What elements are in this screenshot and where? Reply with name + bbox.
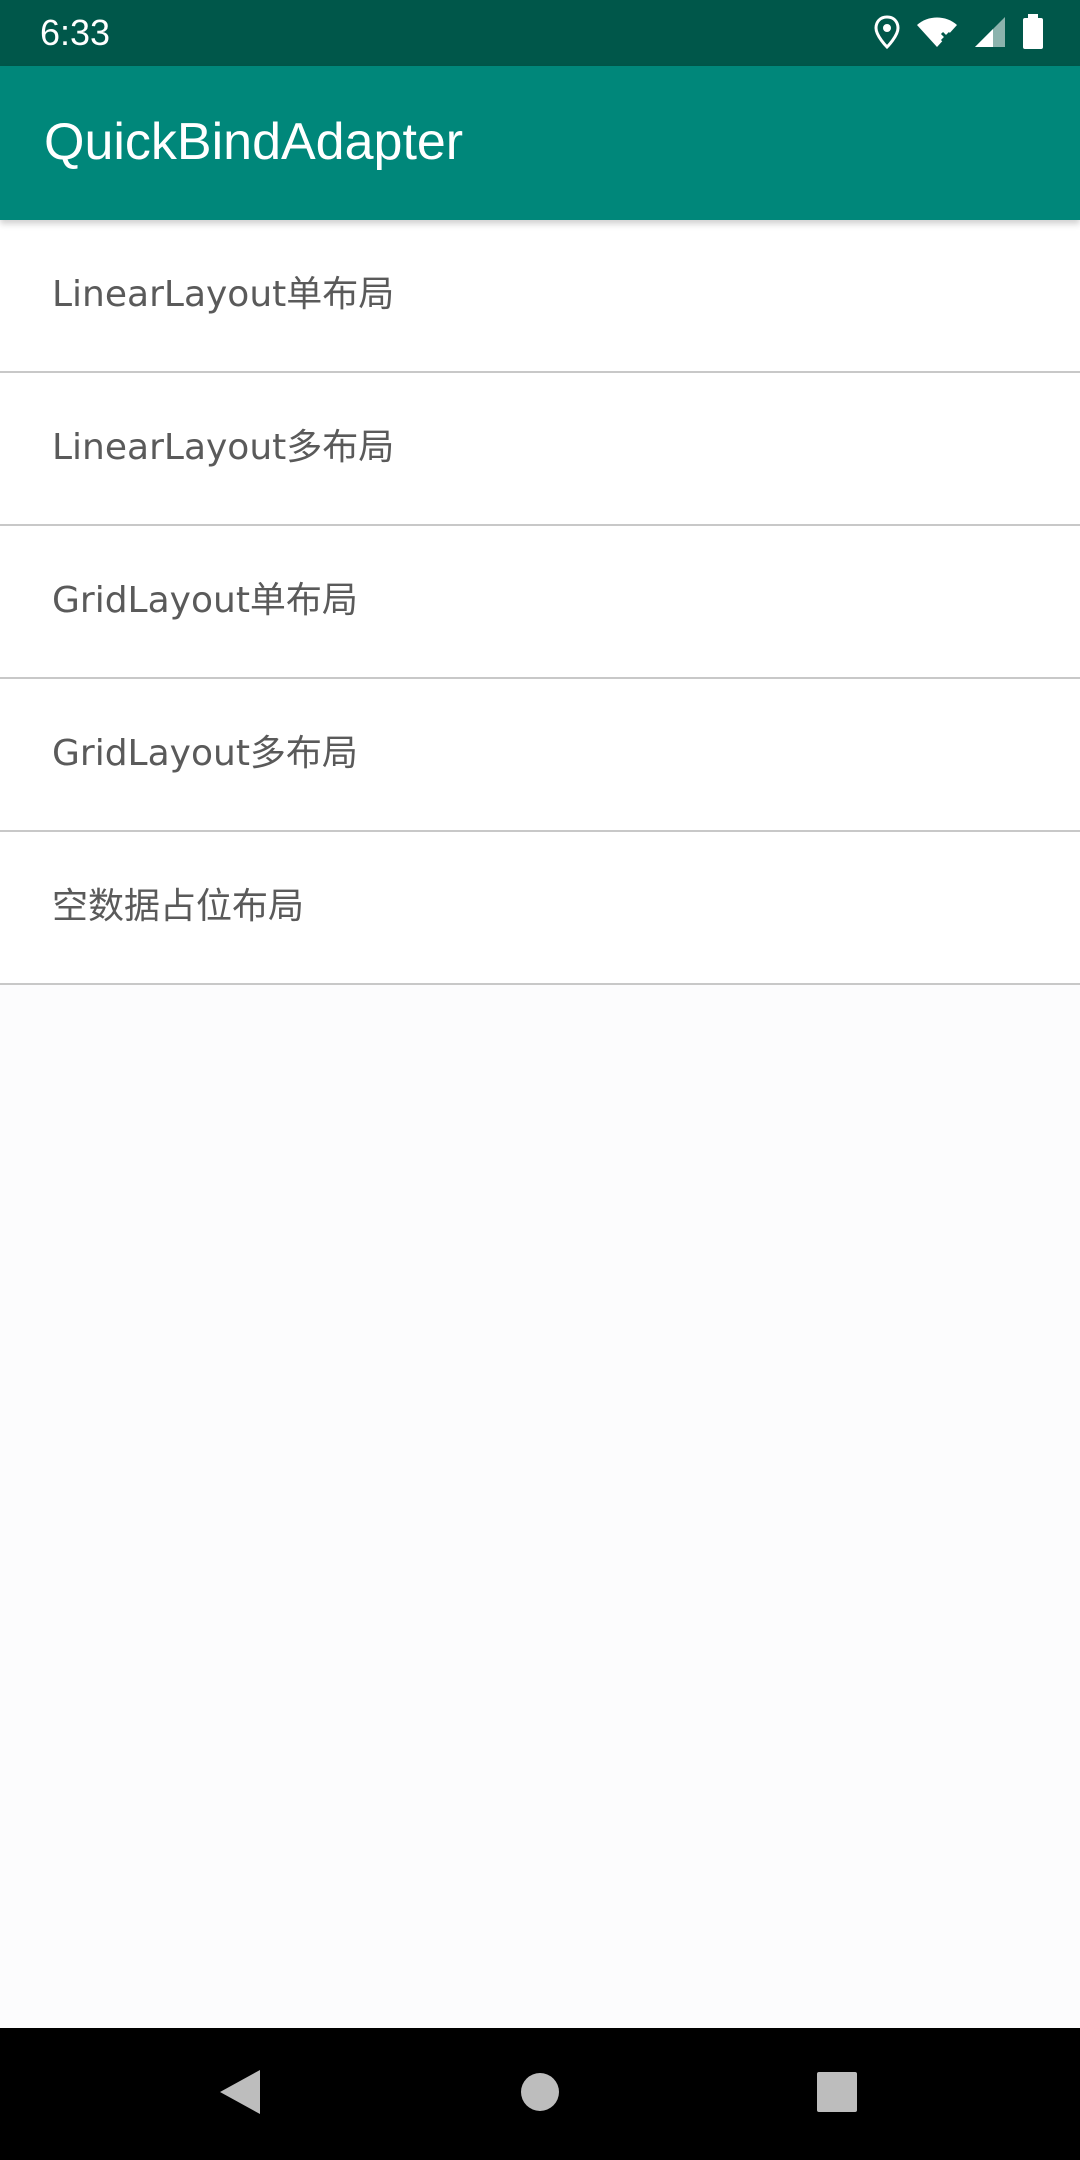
list-item-label: LinearLayout多布局: [52, 427, 395, 468]
navigation-bar: [0, 2028, 1080, 2160]
wifi-icon: [916, 16, 958, 52]
layout-list: LinearLayout单布局 LinearLayout多布局 GridLayo…: [0, 220, 1080, 985]
list-item-label: GridLayout单布局: [52, 580, 358, 621]
location-icon: [874, 15, 900, 53]
list-item-label: GridLayout多布局: [52, 733, 358, 774]
app-title: QuickBindAdapter: [44, 113, 464, 171]
list-item-linear-multi[interactable]: LinearLayout多布局: [0, 373, 1080, 526]
cell-signal-icon: [974, 16, 1006, 52]
back-icon: [218, 2068, 262, 2120]
list-item-label: LinearLayout单布局: [52, 274, 395, 315]
status-icons: [874, 14, 1044, 54]
list-item-empty-placeholder[interactable]: 空数据占位布局: [0, 832, 1080, 985]
recents-button[interactable]: [797, 2054, 877, 2134]
home-icon: [519, 2071, 561, 2117]
status-bar: 6:33: [0, 0, 1080, 66]
list-item-grid-multi[interactable]: GridLayout多布局: [0, 679, 1080, 832]
battery-icon: [1022, 14, 1044, 54]
list-item-grid-single[interactable]: GridLayout单布局: [0, 526, 1080, 679]
list-item-label: 空数据占位布局: [52, 886, 305, 927]
status-time: 6:33: [40, 12, 111, 53]
home-button[interactable]: [500, 2054, 580, 2134]
back-button[interactable]: [200, 2054, 280, 2134]
app-bar: QuickBindAdapter: [0, 66, 1080, 220]
list-item-linear-single[interactable]: LinearLayout单布局: [0, 220, 1080, 373]
recents-icon: [817, 2072, 857, 2116]
